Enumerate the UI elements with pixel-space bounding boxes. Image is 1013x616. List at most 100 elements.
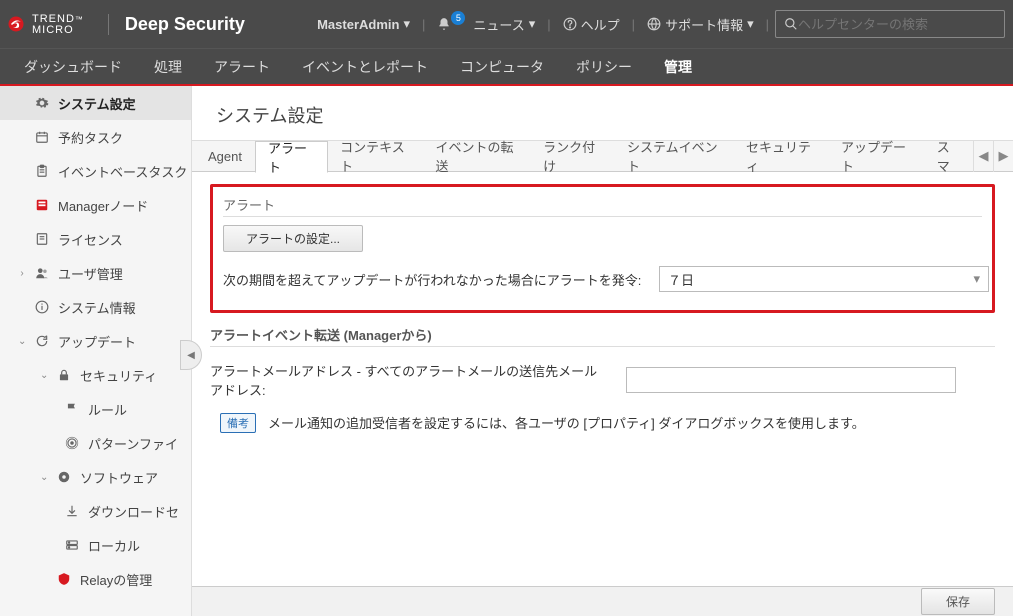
news-badge: 5 <box>451 11 465 25</box>
sidebar-item-label: ユーザ管理 <box>58 264 123 283</box>
brand-line1: TREND <box>32 13 75 25</box>
sidebar-item-label: ローカル <box>88 536 140 555</box>
forward-email-input[interactable] <box>626 367 956 393</box>
sidebar-item-7[interactable]: ⌄ アップデート <box>0 324 191 358</box>
tab-4[interactable]: ランク付け <box>531 140 615 172</box>
note-badge: 備考 <box>220 413 256 433</box>
sidebar-item-3[interactable]: Managerノード <box>0 188 191 222</box>
nav-item-3[interactable]: イベントとレポート <box>286 49 444 84</box>
separator: | <box>422 17 425 32</box>
trend-logo-icon <box>8 16 24 32</box>
users-icon <box>34 265 50 281</box>
sidebar-item-label: システム情報 <box>58 298 136 317</box>
tabstrip: Agentアラートコンテキストイベントの転送ランク付けシステムイベントセキュリテ… <box>192 140 1013 172</box>
sidebar-item-12[interactable]: ダウンロードセ <box>0 494 191 528</box>
alert-period-row: 次の期間を超えてアップデートが行われなかった場合にアラートを発令: ７日 ▾ <box>223 266 982 292</box>
pattern-icon <box>64 435 80 451</box>
sidebar-item-13[interactable]: ローカル <box>0 528 191 562</box>
sidebar: システム設定予約タスクイベントベースタスク Managerノードライセンス › ユーザ… <box>0 86 192 616</box>
alert-period-dropdown[interactable]: ７日 ▾ <box>659 266 989 292</box>
product-name: Deep Security <box>108 14 245 35</box>
sidebar-item-label: ソフトウェア <box>80 468 158 487</box>
separator: | <box>766 17 769 32</box>
lock-icon <box>56 367 72 383</box>
alert-section-highlight: アラート アラートの設定... 次の期間を超えてアップデートが行われなかった場合… <box>210 184 995 313</box>
main-panel: システム設定 Agentアラートコンテキストイベントの転送ランク付けシステムイベ… <box>192 86 1013 616</box>
nav-item-1[interactable]: 処理 <box>138 49 198 84</box>
sidebar-item-9[interactable]: ルール <box>0 392 191 426</box>
nav-item-6[interactable]: 管理 <box>648 49 708 84</box>
tab-scroll-right[interactable]: ▶ <box>993 140 1013 172</box>
sidebar-item-5[interactable]: › ユーザ管理 <box>0 256 191 290</box>
tab-scroll-left[interactable]: ◀ <box>973 140 993 172</box>
expand-icon: ⌄ <box>18 336 26 347</box>
download-icon <box>64 503 80 519</box>
user-menu[interactable]: MasterAdmin ▾ <box>311 16 416 32</box>
tab-3[interactable]: イベントの転送 <box>424 140 532 172</box>
sidebar-item-11[interactable]: ⌄ソフトウェア <box>0 460 191 494</box>
chevron-down-icon: ▾ <box>973 271 980 287</box>
sidebar-item-label: セキュリティ <box>80 366 157 385</box>
support-label: サポート情報 <box>665 15 743 34</box>
tab-2[interactable]: コンテキスト <box>328 140 423 172</box>
sidebar-item-2[interactable]: イベントベースタスク <box>0 154 191 188</box>
expand-icon: › <box>18 268 26 279</box>
sidebar-item-14[interactable]: Relayの管理 <box>0 562 191 596</box>
clipboard-icon <box>34 163 50 179</box>
nav-item-0[interactable]: ダッシュボード <box>8 49 138 84</box>
support-menu[interactable]: サポート情報 ▾ <box>641 15 760 34</box>
help-search-box[interactable] <box>775 10 1005 38</box>
tab-0[interactable]: Agent <box>196 140 255 172</box>
news-menu[interactable]: 5 ニュース ▾ <box>431 15 541 34</box>
tab-1[interactable]: アラート <box>255 141 328 173</box>
save-button[interactable]: 保存 <box>921 588 995 615</box>
nav-item-4[interactable]: コンピュータ <box>444 49 560 84</box>
main-nav: ダッシュボード処理アラートイベントとレポートコンピュータポリシー管理 <box>0 48 1013 84</box>
manager-red-icon <box>34 197 50 213</box>
sidebar-item-label: パターンファイ <box>88 434 178 453</box>
alert-period-value: ７日 <box>668 270 694 289</box>
sidebar-item-8[interactable]: ⌄セキュリティ <box>0 358 191 392</box>
separator: | <box>547 17 550 32</box>
help-link[interactable]: ヘルプ <box>557 15 626 34</box>
note-text: メール通知の追加受信者を設定するには、各ユーザの [プロパティ] ダイアログボッ… <box>268 413 865 432</box>
sidebar-item-label: ルール <box>88 400 127 419</box>
disc-icon <box>56 469 72 485</box>
tab-8[interactable]: スマ <box>925 140 973 172</box>
tab-5[interactable]: システムイベント <box>615 140 734 172</box>
license-icon <box>34 231 50 247</box>
content-area: アラート アラートの設定... 次の期間を超えてアップデートが行われなかった場合… <box>192 172 1013 445</box>
help-search-input[interactable] <box>798 17 996 32</box>
sidebar-item-label: Relayの管理 <box>80 570 152 589</box>
help-label: ヘルプ <box>581 15 620 34</box>
forward-legend: アラートイベント転送 (Managerから) <box>210 325 995 347</box>
sidebar-item-0[interactable]: システム設定 <box>0 86 191 120</box>
bell-icon <box>437 17 451 31</box>
sidebar-item-1[interactable]: 予約タスク <box>0 120 191 154</box>
search-icon <box>784 17 798 31</box>
layout: システム設定予約タスクイベントベースタスク Managerノードライセンス › ユーザ… <box>0 86 1013 616</box>
user-label: MasterAdmin <box>317 17 399 32</box>
sidebar-item-10[interactable]: パターンファイ <box>0 426 191 460</box>
alert-config-button[interactable]: アラートの設定... <box>223 225 363 252</box>
sidebar-item-4[interactable]: ライセンス <box>0 222 191 256</box>
sidebar-item-label: ダウンロードセ <box>88 502 179 521</box>
nav-item-2[interactable]: アラート <box>198 49 286 84</box>
sidebar-item-6[interactable]: システム情報 <box>0 290 191 324</box>
sidebar-item-label: アップデート <box>58 332 136 351</box>
forward-note-row: 備考 メール通知の追加受信者を設定するには、各ユーザの [プロパティ] ダイアロ… <box>210 413 995 433</box>
tab-7[interactable]: アップデート <box>829 140 925 172</box>
brand-line2: MICRO <box>32 25 84 35</box>
alert-period-label: 次の期間を超えてアップデートが行われなかった場合にアラートを発令: <box>223 270 643 289</box>
chevron-down-icon: ▾ <box>403 16 410 32</box>
forward-email-row: アラートメールアドレス - すべてのアラートメールの送信先メールアドレス: <box>210 361 995 399</box>
brand-block: TREND™ MICRO Deep Security <box>8 14 245 35</box>
flag-icon <box>64 401 80 417</box>
nav-item-5[interactable]: ポリシー <box>560 49 648 84</box>
page-title: システム設定 <box>192 86 1013 140</box>
help-icon <box>563 17 577 31</box>
chevron-down-icon: ▾ <box>529 16 536 32</box>
sidebar-item-label: イベントベースタスク <box>58 162 187 181</box>
local-icon <box>64 537 80 553</box>
tab-6[interactable]: セキュリティ <box>734 140 829 172</box>
